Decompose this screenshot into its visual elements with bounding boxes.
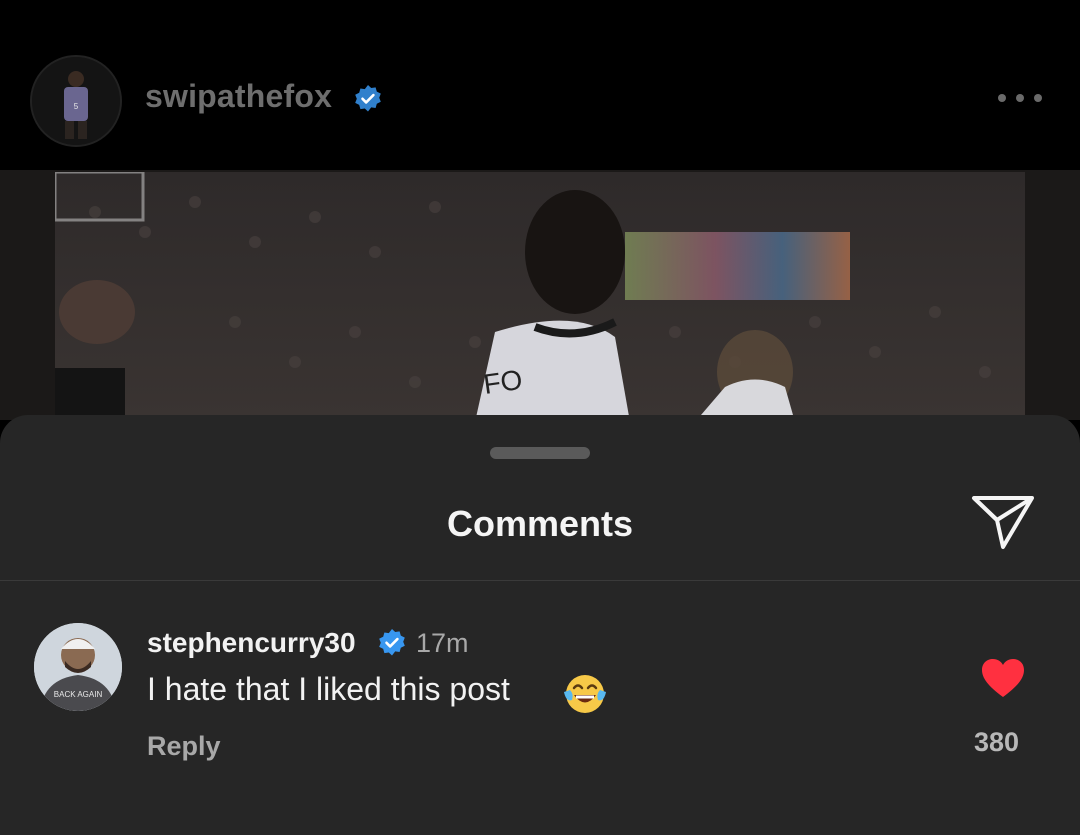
comment-text: I hate that I liked this post (147, 671, 510, 707)
poster-avatar[interactable]: 5 (30, 55, 122, 147)
sheet-drag-handle[interactable] (490, 447, 590, 459)
poster-username[interactable]: swipathefox (145, 78, 332, 115)
commenter-username[interactable]: stephencurry30 (147, 627, 356, 659)
comment-timestamp: 17m (416, 628, 469, 658)
comments-sheet: Comments BACK AGAIN stephencurry30 17m I… (0, 415, 1080, 835)
verified-badge-icon (355, 85, 381, 112)
avatar-shirt-text: BACK AGAIN (54, 690, 103, 699)
tears-of-joy-emoji-icon (564, 675, 606, 713)
jersey-text: FO (482, 364, 525, 400)
post-image[interactable]: FO (55, 172, 1025, 422)
post-header: 5 swipathefox (0, 0, 1080, 170)
reply-button[interactable]: Reply (147, 731, 221, 762)
jersey-number: 5 (74, 102, 79, 111)
heart-icon[interactable] (980, 657, 1026, 699)
like-count: 380 (974, 727, 1020, 757)
comments-title: Comments (446, 503, 634, 544)
more-options-icon[interactable] (995, 88, 1045, 108)
paper-plane-icon[interactable] (970, 493, 1036, 551)
verified-badge-icon (379, 629, 405, 656)
divider (0, 580, 1080, 581)
commenter-avatar[interactable]: BACK AGAIN (34, 623, 122, 711)
